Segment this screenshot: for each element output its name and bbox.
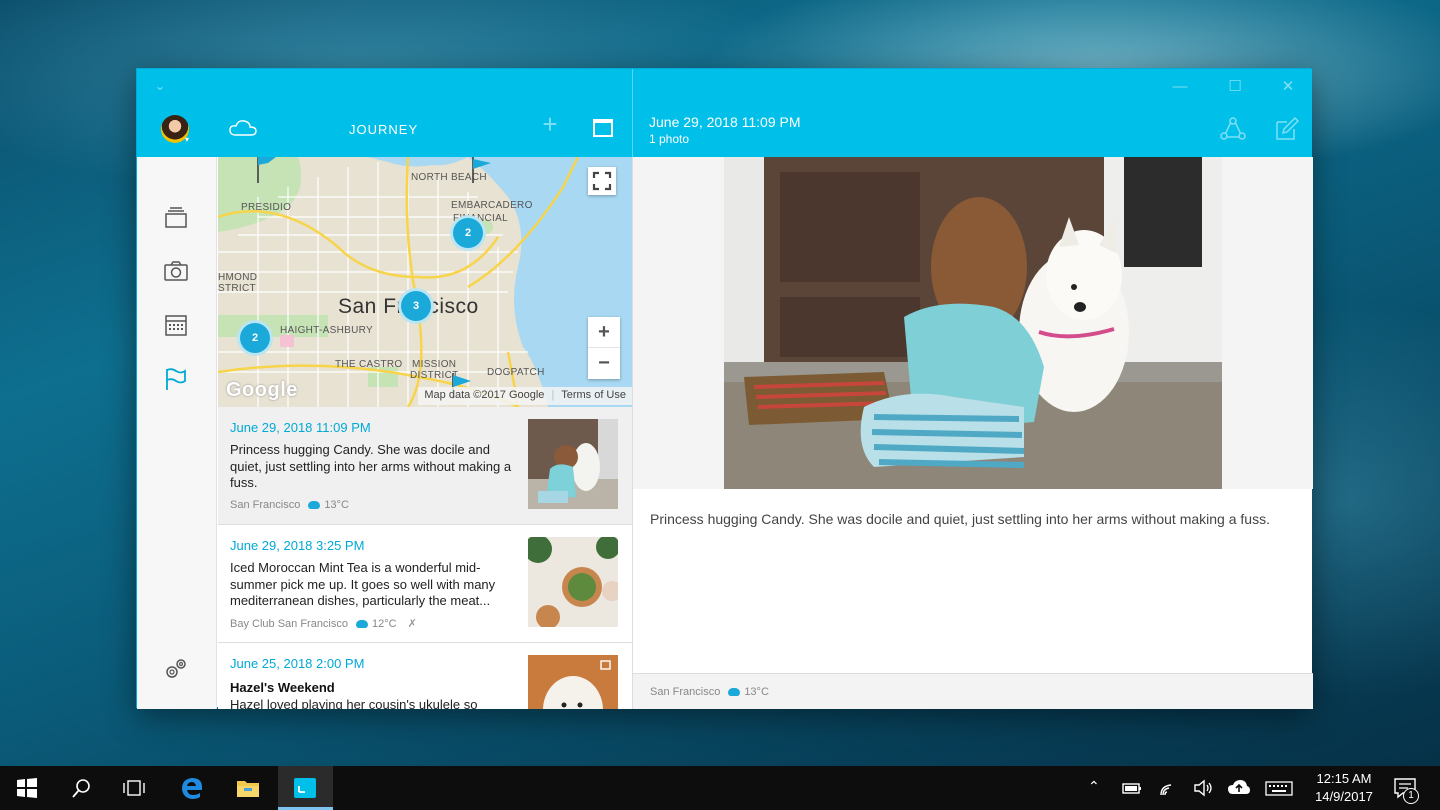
map-cluster[interactable]: 2: [450, 215, 486, 251]
map-attribution: Map data ©2017 Google | Terms of Use: [418, 387, 632, 405]
caret-icon: ▾: [185, 135, 190, 144]
entry-photo[interactable]: [724, 157, 1222, 489]
windows-start-icon[interactable]: [15, 776, 39, 800]
entry-caption: Princess hugging Candy. She was docile a…: [650, 511, 1270, 527]
entry-meta: San Francisco 13°C: [650, 686, 769, 698]
entry-date: June 29, 2018 3:25 PM: [230, 538, 365, 553]
task-view-icon[interactable]: [122, 776, 146, 800]
keyboard-icon[interactable]: [1265, 776, 1293, 800]
cloud-sync-icon[interactable]: [229, 119, 257, 137]
entry-preview: Princess hugging Candy. She was docile a…: [230, 442, 512, 490]
wifi-icon[interactable]: [1157, 776, 1181, 800]
edge-browser-icon[interactable]: [180, 776, 204, 800]
map-label: THE CASTRO: [335, 359, 403, 370]
entry-list: June 29, 2018 11:09 PM Princess hugging …: [218, 407, 632, 709]
close-button[interactable]: ✕: [1276, 77, 1300, 97]
map-label: MISSION: [412, 359, 457, 370]
list-item[interactable]: June 25, 2018 2:00 PM Hazel's Weekend Ha…: [218, 643, 632, 709]
entry-temp: 12°C: [372, 618, 397, 630]
journey-app-icon: [294, 778, 316, 798]
sidebar: [137, 157, 217, 709]
entry-meta: San Francisco 13°C: [230, 499, 349, 511]
calendar-icon[interactable]: [163, 313, 189, 337]
journey-taskbar-button[interactable]: [278, 766, 333, 810]
entry-meta: Bay Club San Francisco 12°C ✗: [230, 617, 417, 630]
zoom-in-button[interactable]: +: [588, 317, 620, 348]
map-label: HMOND: [218, 272, 258, 283]
map-label: DOGPATCH: [487, 367, 545, 378]
entry-temp: 13°C: [324, 499, 349, 511]
fullscreen-icon: [592, 171, 612, 191]
map-cluster[interactable]: 3: [398, 288, 434, 324]
list-item[interactable]: June 29, 2018 3:25 PM Iced Moroccan Mint…: [218, 525, 632, 643]
file-explorer-icon[interactable]: [236, 776, 260, 800]
maximize-button[interactable]: ☐: [1223, 77, 1247, 97]
restaurant-icon: ✗: [407, 618, 417, 630]
photo-count: 1 photo: [649, 132, 690, 146]
onedrive-upload-icon[interactable]: [1227, 776, 1251, 800]
entry-thumbnail: [528, 655, 618, 709]
minimize-button[interactable]: —: [1168, 77, 1192, 97]
clock-time: 12:15 AM: [1316, 771, 1372, 786]
edit-icon[interactable]: [1274, 116, 1300, 142]
map-cluster[interactable]: 2: [237, 320, 273, 356]
timeline-icon[interactable]: [163, 205, 189, 229]
right-header: — ☐ ✕ June 29, 2018 11:09 PM 1 photo: [632, 69, 1312, 157]
entry-preview: Iced Moroccan Mint Tea is a wonderful mi…: [230, 560, 496, 608]
share-icon[interactable]: [1220, 116, 1246, 142]
map-fullscreen-button[interactable]: [588, 167, 616, 195]
entry-date: June 25, 2018 2:00 PM: [230, 656, 365, 671]
list-item[interactable]: June 29, 2018 11:09 PM Princess hugging …: [218, 407, 632, 525]
window-icon[interactable]: [593, 119, 613, 137]
entry-location: Bay Club San Francisco: [230, 618, 348, 630]
photo-area: [633, 157, 1313, 489]
weather-icon: [728, 688, 741, 697]
map-zoom-control: + −: [588, 317, 620, 379]
entry-thumbnail: [528, 419, 618, 509]
journey-window: ⌄ ▾ JOURNEY + — ☐ ✕ June 29, 2018 11:09 …: [136, 68, 1313, 709]
entry-location: San Francisco: [230, 499, 301, 511]
entry-date: June 29, 2018 11:09 PM: [230, 420, 371, 435]
map-flag-icon[interactable]: [256, 157, 276, 183]
entry-temp: 13°C: [744, 686, 769, 698]
clock-date: 14/9/2017: [1315, 789, 1373, 804]
app-title: JOURNEY: [349, 122, 419, 137]
entry-title: Hazel's Weekend: [230, 680, 335, 695]
atlas-flag-icon[interactable]: [163, 367, 189, 391]
google-logo: Google: [226, 379, 298, 401]
system-clock[interactable]: 12:15 AM 14/9/2017: [1304, 770, 1384, 806]
map-flag-icon[interactable]: [471, 157, 491, 183]
map-label: EMBARCADERO: [451, 200, 533, 211]
left-header: ⌄ ▾ JOURNEY +: [137, 69, 632, 157]
map-label: HAIGHT-ASHBURY: [280, 325, 373, 336]
battery-icon[interactable]: [1120, 776, 1144, 800]
weather-icon: [356, 620, 368, 629]
entry-footer: San Francisco 13°C: [633, 673, 1313, 709]
entry-preview: Hazel loved playing her cousin's ukulele…: [230, 697, 478, 709]
entry-date: June 29, 2018 11:09 PM: [649, 114, 801, 130]
search-icon[interactable]: [70, 776, 94, 800]
taskbar: ⌃ 12:15 AM 14/9/2017 1: [0, 766, 1440, 810]
map-label: PRESIDIO: [241, 202, 292, 213]
volume-icon[interactable]: [1192, 776, 1216, 800]
entry-location: San Francisco: [650, 686, 721, 698]
weather-icon: [308, 501, 321, 510]
zoom-out-button[interactable]: −: [588, 348, 620, 379]
settings-icon[interactable]: [163, 657, 189, 681]
map-label: STRICT: [218, 283, 256, 294]
entry-detail: Princess hugging Candy. She was docile a…: [632, 157, 1313, 709]
map-view[interactable]: NORTH BEACH EMBARCADERO FINANCIAL PRESID…: [218, 157, 632, 407]
camera-icon[interactable]: [163, 259, 189, 283]
chevron-down-icon[interactable]: ⌄: [155, 79, 165, 93]
show-hidden-icons-chevron-icon[interactable]: ⌃: [1088, 778, 1100, 795]
add-entry-button[interactable]: +: [539, 111, 561, 137]
map-data-text: Map data ©2017 Google: [424, 389, 545, 401]
terms-link[interactable]: Terms of Use: [561, 389, 626, 401]
entry-thumbnail: [528, 537, 618, 627]
notification-badge: 1: [1403, 788, 1419, 804]
